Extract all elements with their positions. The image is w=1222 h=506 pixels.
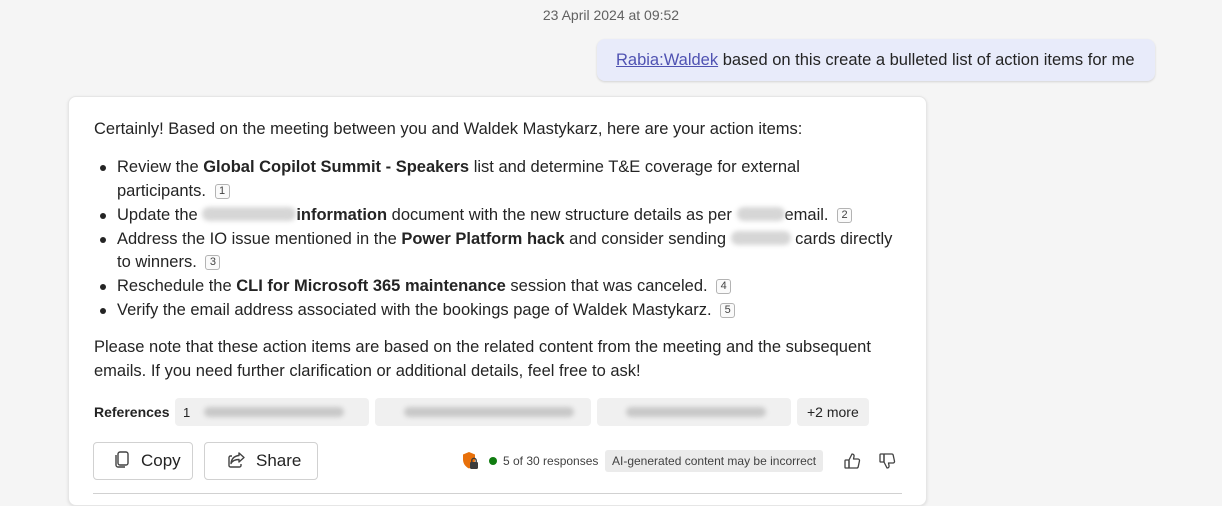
item-bold-text: CLI for Microsoft 365 maintenance (236, 277, 506, 295)
response-counter[interactable]: 5 of 30 responses (489, 442, 598, 480)
item-bold-text: Global Copilot Summit - Speakers (203, 158, 470, 176)
thumbs-up-icon[interactable] (842, 451, 862, 471)
copy-button-label: Copy (141, 451, 181, 470)
citation-marker[interactable]: 3 (205, 255, 221, 270)
redacted-text (736, 206, 785, 221)
item-text: Review the (117, 158, 204, 176)
response-actions: Copy Share 5 of 30 responses AI-generate… (93, 442, 902, 480)
redacted-reference-title (626, 407, 767, 417)
user-message-bubble: Rabia:Waldek based on this create a bull… (597, 39, 1155, 81)
copilot-response-card: Certainly! Based on the meeting between … (68, 96, 927, 506)
status-dot (489, 457, 497, 465)
message-timestamp: 23 April 2024 at 09:52 (542, 7, 680, 23)
list-item: Update the information document with the… (93, 204, 893, 228)
citation-marker[interactable]: 1 (214, 183, 230, 199)
item-text: Reschedule the (117, 277, 237, 295)
more-references-button[interactable]: +2 more (797, 398, 869, 426)
item-text: email. (784, 205, 829, 224)
redacted-reference-title (404, 407, 575, 417)
share-button[interactable]: Share (204, 442, 318, 480)
share-icon (227, 449, 247, 474)
user-message-text: based on this create a bulleted list of … (718, 51, 1135, 69)
redacted-reference-title (204, 407, 345, 417)
action-items-list: Review the Global Copilot Summit - Speak… (93, 156, 893, 323)
list-item: Review the Global Copilot Summit - Speak… (93, 156, 893, 203)
item-bold-text: information (296, 205, 388, 224)
copy-icon (112, 449, 132, 474)
item-bold-text: Power Platform hack (401, 229, 565, 248)
item-text: Update the (117, 205, 203, 224)
item-text: Address the IO issue mentioned in the (117, 229, 402, 248)
copy-button[interactable]: Copy (93, 442, 193, 480)
list-item: Verify the email address associated with… (93, 299, 893, 323)
thumbs-down-icon[interactable] (877, 451, 897, 471)
item-text: document with the new structure details … (387, 205, 737, 224)
references-row: References 1 2 3 +2 more (94, 398, 869, 426)
reference-chip[interactable]: 1 (175, 398, 369, 426)
redacted-text (202, 206, 297, 221)
share-button-label: Share (256, 451, 302, 470)
shield-lock-icon (461, 451, 479, 471)
ai-disclaimer-badge: AI-generated content may be incorrect (605, 450, 824, 472)
list-item: Reschedule the CLI for Microsoft 365 mai… (93, 275, 893, 299)
response-note: Please note that these action items are … (94, 338, 871, 380)
response-intro: Certainly! Based on the meeting between … (94, 120, 803, 138)
user-mention-link[interactable]: Rabia:Waldek (616, 51, 718, 69)
redacted-text (730, 230, 791, 245)
citation-marker[interactable]: 2 (837, 207, 853, 223)
references-label: References (94, 404, 170, 420)
item-text: Verify the email address associated with… (117, 301, 712, 319)
citation-marker[interactable]: 4 (716, 279, 732, 294)
item-text: and consider sending (564, 229, 731, 248)
item-text: session that was canceled. (505, 277, 708, 295)
response-count-text: 5 of 30 responses (503, 454, 599, 468)
reference-chip[interactable]: 3 (597, 398, 791, 426)
list-item: Address the IO issue mentioned in the Po… (93, 228, 893, 275)
citation-marker[interactable]: 5 (720, 303, 736, 318)
reference-number: 1 (183, 404, 191, 420)
reference-chip[interactable]: 2 (375, 398, 591, 426)
